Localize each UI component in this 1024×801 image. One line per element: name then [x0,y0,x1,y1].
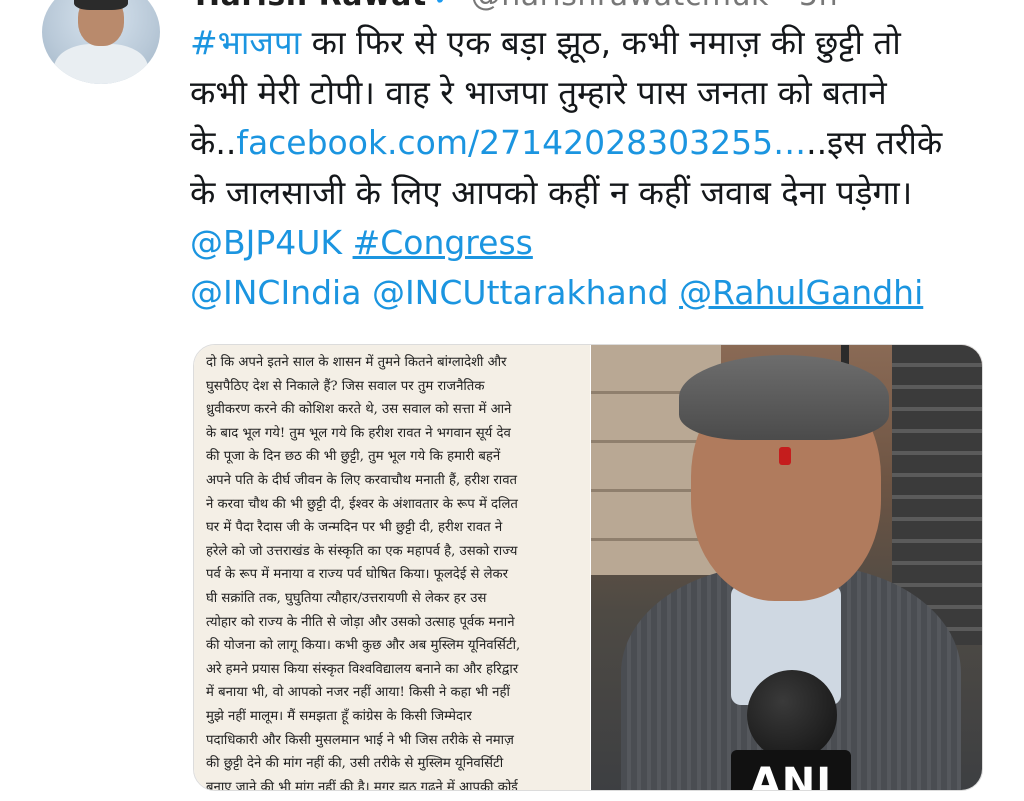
mentions-row-1: @BJP4UK #Congress [190,218,990,268]
tilak-mark [779,447,791,465]
verified-badge-icon: ✔ [433,0,457,12]
tweet-line-1: #भाजपा का फिर से एक बड़ा झूठ, कभी नमाज़ … [190,18,990,68]
mentions-row-2: @INCIndia @INCUttarakhand @RahulGandhi [190,268,990,318]
tweet-line-4: के जालसाजी के लिए आपको कहीं न कहीं जवाब … [190,173,913,212]
tweet-line-3: के..facebook.com/27142028303255…..इस तरी… [190,118,990,168]
tweet-line-3-prefix: के.. [190,123,237,162]
tweet-line-1-text: का फिर से एक बड़ा झूठ, कभी नमाज़ की छुट्… [301,23,901,62]
mic-label: ANI [749,760,833,790]
document-line: की योजना को लागू किया। कभी कुछ और अब मुस… [206,638,521,654]
document-image[interactable]: दो कि अपने इतने साल के शासन में तुमने कि… [194,345,590,790]
hashtag-bjp-link[interactable]: #भाजपा [190,23,301,62]
document-line: घर में पैदा रैदास जी के जन्मदिन पर भी छु… [206,520,503,536]
mention-bjp4uk[interactable]: @BJP4UK [190,223,342,262]
document-line: अरे हमने प्रयास किया संस्कृत विश्वविद्या… [206,661,519,677]
document-line: त्योहार को राज्य के नीति से जोड़ा और उसक… [206,614,515,630]
mention-incuttarakhand[interactable]: @INCUttarakhand [372,273,669,312]
avatar[interactable] [42,0,160,84]
document-line: घी सक्रांति तक, घुघुतिया त्यौहार/उत्तराय… [206,590,487,606]
display-name[interactable]: Harish Rawat [195,0,427,13]
document-line: पर्व के रूप में मनाया व राज्य पर्व घोषित… [206,567,509,583]
man-hair [679,355,889,440]
tweet-media[interactable]: दो कि अपने इतने साल के शासन में तुमने कि… [193,344,983,791]
document-line: दो कि अपने इतने साल के शासन में तुमने कि… [206,355,507,370]
handle-and-time[interactable]: @harishrawatcmuk · 5h [471,0,838,13]
speaker-photo[interactable]: ANI [591,345,982,790]
document-line: मुझे नहीं मालूम। मैं समझता हूँ कांग्रेस … [206,708,472,724]
document-line: ने करवा चौथ की भी छुट्टी दी, ईश्वर के अं… [206,496,518,512]
document-line: हरेले को जो उत्तराखंड के संस्कृति का एक … [206,543,518,559]
mention-incindia[interactable]: @INCIndia [190,273,361,312]
hashtag-congress[interactable]: #Congress [353,223,533,262]
document-line: की पूजा के दिन छठ की भी छुट्टी, तुम भूल … [206,449,501,465]
tweet-text: #भाजपा का फिर से एक बड़ा झूठ, कभी नमाज़ … [190,18,990,318]
document-line: बनाए जाने की भी मांग नहीं की है। मगर झूठ… [206,779,518,790]
mention-rahulgandhi[interactable]: @RahulGandhi [679,273,923,312]
tweet-line-2: कभी मेरी टोपी। वाह रे भाजपा तुम्हारे पास… [190,73,887,112]
document-line: की छुट्टी देने की मांग नहीं की, उसी तरीक… [206,756,504,772]
document-line: अपने पति के दीर्घ जीवन के लिए करवाचौथ मन… [206,472,518,488]
document-line: पदाधिकारी और किसी मुसलमान भाई ने भी जिस … [206,732,514,748]
tweet-header: Harish Rawat ✔ @harishrawatcmuk · 5h [195,0,838,13]
document-line: के बाद भूल गये! तुम भूल गये कि हरीश रावत… [206,425,511,441]
document-line: में बनाया भी, वो आपको नजर नहीं आया! किसी… [206,685,510,701]
facebook-link[interactable]: facebook.com/27142028303255… [236,123,806,162]
avatar-hair [74,0,128,10]
tweet-line-3-suffix: ..इस तरीके [806,123,943,162]
microphone-icon: ANI [731,670,851,790]
document-line: ध्रुवीकरण करने की कोशिश करते थे, उस सवाल… [206,402,512,418]
avatar-coat [54,44,148,84]
document-text: दो कि अपने इतने साल के शासन में तुमने कि… [194,345,590,790]
document-line: घुसपैठिए देश से निकाले हैं? जिस सवाल पर … [206,378,485,394]
